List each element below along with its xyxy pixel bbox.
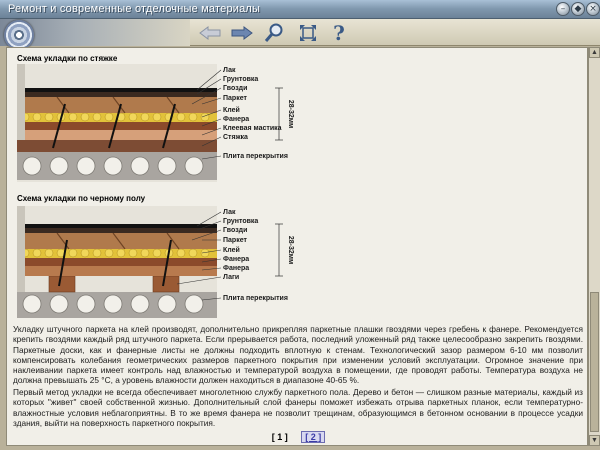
plywood <box>17 122 217 130</box>
label-nails: Гвозди <box>223 85 247 92</box>
dimension-label: 28-32мм <box>287 236 294 264</box>
heading-subfloor: Схема укладки по черному полу <box>17 194 146 203</box>
label-mastic: Клеевая мастика <box>223 125 282 132</box>
label-primer: Грунтовка <box>223 76 258 83</box>
primer <box>17 228 217 233</box>
label-plywood: Фанера <box>223 256 249 263</box>
minimize-button[interactable]: – <box>556 2 570 16</box>
content-area: Схема укладки по стяжке 28-32мм Лак Грун… <box>6 47 588 446</box>
page-current: [ 1 ] <box>271 432 288 442</box>
cd-disc-logo <box>4 20 34 50</box>
label-parquet: Паркет <box>223 95 248 102</box>
back-arrow-icon[interactable] <box>198 22 222 43</box>
dimension-label: 28-32мм <box>287 100 294 128</box>
label-parquet: Паркет <box>223 237 248 244</box>
lacquer <box>17 224 217 228</box>
label-primer: Грунтовка <box>223 218 258 225</box>
label-nails: Гвозди <box>223 227 247 234</box>
toolbar-banner <box>0 19 190 50</box>
label-screed: Стяжка <box>223 134 248 141</box>
fullscreen-icon[interactable] <box>296 22 320 43</box>
toolbar: ? <box>0 19 600 50</box>
label-joists: Лаги <box>223 274 239 281</box>
parquet <box>17 233 217 249</box>
mastic <box>17 130 217 140</box>
wall <box>17 206 25 292</box>
label-lacquer: Лак <box>223 209 236 216</box>
parquet <box>17 97 217 113</box>
page-next-link[interactable]: [ 2 ] <box>301 431 326 443</box>
paragraph-2: Первый метод укладки не всегда обеспечив… <box>13 387 583 428</box>
label-glue: Клей <box>223 106 240 114</box>
forward-arrow-icon[interactable] <box>230 22 254 43</box>
scroll-down-icon[interactable]: ▼ <box>589 435 600 446</box>
scroll-thumb[interactable] <box>590 292 599 432</box>
primer <box>17 92 217 97</box>
diagram-screed: 28-32мм Лак Грунтовка Гвозди Паркет Клей… <box>17 64 294 182</box>
plywood-lower <box>17 266 217 276</box>
vertical-scrollbar[interactable]: ▲ ▼ <box>588 47 600 446</box>
lacquer <box>17 88 217 92</box>
paragraph-1: Укладку штучного паркета на клей произво… <box>13 324 583 386</box>
pager: [ 1 ] [ 2 ] <box>7 431 587 443</box>
title-bar: Ремонт и современные отделочные материал… <box>0 0 600 19</box>
maximize-button[interactable]: ◆ <box>571 2 585 16</box>
label-plywood: Фанера <box>223 116 249 123</box>
help-icon[interactable]: ? <box>328 21 350 45</box>
scroll-up-icon[interactable]: ▲ <box>589 47 600 58</box>
wall <box>17 64 25 140</box>
magnifier-icon[interactable] <box>262 22 286 43</box>
label-slab: Плита перекрытия <box>223 295 288 302</box>
label-lacquer: Лак <box>223 67 236 74</box>
label-plywood-2: Фанера <box>223 265 249 272</box>
diagram-subfloor: 28-32мм Лак Грунтовка Гвозди Паркет Клей… <box>17 206 294 318</box>
window-title: Ремонт и современные отделочные материал… <box>8 3 261 15</box>
close-button[interactable]: × <box>586 2 600 16</box>
plywood-upper <box>17 258 217 266</box>
label-slab: Плита перекрытия <box>223 153 288 160</box>
heading-screed: Схема укладки по стяжке <box>17 54 118 63</box>
screed <box>17 140 217 152</box>
label-glue: Клей <box>223 246 240 254</box>
